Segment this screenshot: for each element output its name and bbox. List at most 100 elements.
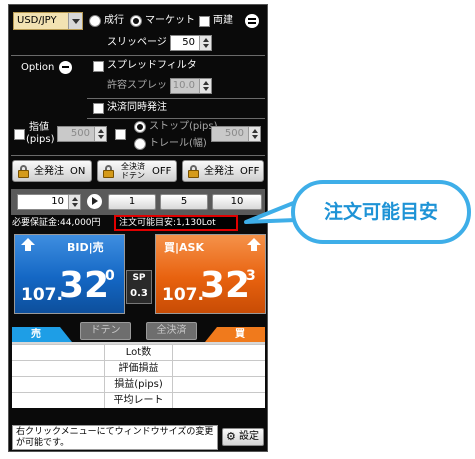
sell-header: 売 <box>12 327 72 342</box>
buy-header-label: 買 <box>235 329 245 340</box>
bid-price-small: 0 <box>105 268 115 284</box>
ryodate-checkbox[interactable] <box>199 16 210 27</box>
ask-price-small: 3 <box>246 268 256 284</box>
settlement-order-label: 決済同時発注 <box>107 102 167 113</box>
limit-stepper[interactable]: 500 <box>57 126 107 142</box>
all-order-on-button[interactable]: 全発注 ON <box>12 160 92 182</box>
collapse-icon[interactable] <box>245 14 259 28</box>
buy-header: 買 <box>205 327 265 342</box>
trail-label: トレール(幅) <box>149 138 207 149</box>
all-order-state: ON <box>70 166 86 177</box>
order-type-label-market: マーケット <box>145 15 195 26</box>
spread-value: 0.3 <box>130 288 148 299</box>
table-row: 評価損益 <box>12 360 265 376</box>
sell-header-label: 売 <box>31 329 41 340</box>
doten-button[interactable]: ドテン <box>80 322 131 340</box>
lock-icon <box>18 165 29 178</box>
callout-text: 注文可能目安 <box>323 201 438 223</box>
settings-button[interactable]: ⚙ 設定 <box>222 428 264 446</box>
option-collapse-icon[interactable] <box>59 61 72 74</box>
stepper-arrows-icon[interactable] <box>68 195 80 209</box>
option-label: Option <box>21 62 55 73</box>
order-type-radio-market[interactable] <box>130 15 142 27</box>
order-type-label-seiko: 成行 <box>104 15 124 26</box>
order-type-radio-seiko[interactable] <box>89 15 101 27</box>
required-margin-text: 必要保証金:44,000円 <box>12 218 101 228</box>
play-icon[interactable] <box>87 194 102 209</box>
lock-icon <box>103 165 114 178</box>
stepper-arrows-icon[interactable] <box>199 36 211 50</box>
allowed-spread-value: 10.0 <box>172 80 195 91</box>
currency-pair-value: USD/JPY <box>17 15 57 26</box>
all-settle-doten-button[interactable]: 全決済 ドテン OFF <box>97 160 177 182</box>
all-settle-label-line2: ドテン <box>121 171 145 180</box>
all-order-off-state: OFF <box>240 166 260 177</box>
ryodate-label: 両建 <box>213 15 233 26</box>
allowed-spread-stepper[interactable]: 10.0 <box>170 78 212 94</box>
slippage-value: 50 <box>182 37 195 48</box>
all-settle-label-line1: 全決済 <box>121 162 145 171</box>
divider <box>11 155 265 156</box>
ask-price-prefix: 107. <box>162 285 204 305</box>
spread-label: SP <box>132 273 146 283</box>
footer-hint: 右クリックメニューにてウィンドウサイズの変更が可能です。 <box>12 425 218 450</box>
ask-label: 買|ASK <box>164 241 204 254</box>
bid-label: BID|売 <box>67 241 104 254</box>
bid-price-big: 32 <box>59 265 110 306</box>
order-possible-text: 注文可能目安:1,130Lot <box>119 218 216 228</box>
slippage-stepper[interactable]: 50 <box>170 35 212 51</box>
row-label-pips: 損益(pips) <box>104 377 173 392</box>
spread-filter-label: スプレッドフィルタ <box>107 60 197 71</box>
row-label-lot: Lot数 <box>104 345 173 360</box>
limit-value: 500 <box>70 128 90 139</box>
allowed-spread-label: 許容スプレッド <box>107 80 177 91</box>
footer-hint-text: 右クリックメニューにてウィンドウサイズの変更が可能です。 <box>16 427 214 448</box>
all-settle-state: OFF <box>152 166 172 177</box>
settlement-order-checkbox[interactable] <box>93 103 104 114</box>
all-order-off-label: 全発注 <box>204 166 234 177</box>
ask-price-big: 32 <box>200 265 251 306</box>
stepper-arrows-icon[interactable] <box>199 79 211 93</box>
ask-buy-button[interactable]: 買|ASK 107. 32 3 <box>155 234 266 314</box>
arrow-up-icon <box>21 238 35 252</box>
slippage-label: スリッページ <box>107 37 167 48</box>
divider <box>87 118 265 119</box>
quantity-value: 10 <box>51 196 64 207</box>
divider <box>11 55 265 56</box>
spread-filter-checkbox[interactable] <box>93 61 104 72</box>
bid-sell-button[interactable]: BID|売 107. 32 0 <box>14 234 125 314</box>
stop-stepper[interactable]: 500 <box>211 126 261 142</box>
stop-label: ストップ(pips) <box>149 121 218 132</box>
stepper-arrows-icon[interactable] <box>248 127 260 141</box>
spread-box: SP 0.3 <box>126 270 152 304</box>
table-row: 平均レート <box>12 392 265 408</box>
lock-icon <box>188 165 199 178</box>
stepper-arrows-icon[interactable] <box>94 127 106 141</box>
quick-qty-button-1[interactable]: 1 <box>108 194 156 210</box>
order-possible-highlight: 注文可能目安:1,130Lot <box>114 215 238 231</box>
settings-label: 設定 <box>239 431 259 442</box>
callout-bubble: 注文可能目安 <box>291 180 471 244</box>
limit-checkbox[interactable] <box>14 129 25 140</box>
stop-checkbox[interactable] <box>115 129 126 140</box>
table-row: Lot数 <box>12 344 265 360</box>
gear-icon: ⚙ <box>226 430 236 443</box>
quantity-stepper[interactable]: 10 <box>17 194 81 210</box>
settle-all-button[interactable]: 全決済 <box>146 322 197 340</box>
limit-label-line2: (pips) <box>26 134 55 145</box>
all-order-off-button[interactable]: 全発注 OFF <box>182 160 264 182</box>
chevron-down-icon <box>68 13 82 29</box>
divider <box>87 98 265 99</box>
row-label-eval: 評価損益 <box>104 361 173 376</box>
table-row: 損益(pips) <box>12 376 265 392</box>
quick-qty-button-5[interactable]: 5 <box>160 194 208 210</box>
all-order-label: 全発注 <box>34 166 64 177</box>
stop-radio[interactable] <box>134 121 146 133</box>
trail-radio[interactable] <box>134 138 146 150</box>
currency-pair-select[interactable]: USD/JPY <box>13 12 83 30</box>
bid-price-prefix: 107. <box>21 285 63 305</box>
row-label-avg: 平均レート <box>104 393 173 408</box>
arrow-up-icon <box>247 238 261 252</box>
stop-value: 500 <box>224 128 244 139</box>
trade-panel: USD/JPY 成行 マーケット 両建 スリッページ 50 Option スプレ… <box>8 4 268 452</box>
